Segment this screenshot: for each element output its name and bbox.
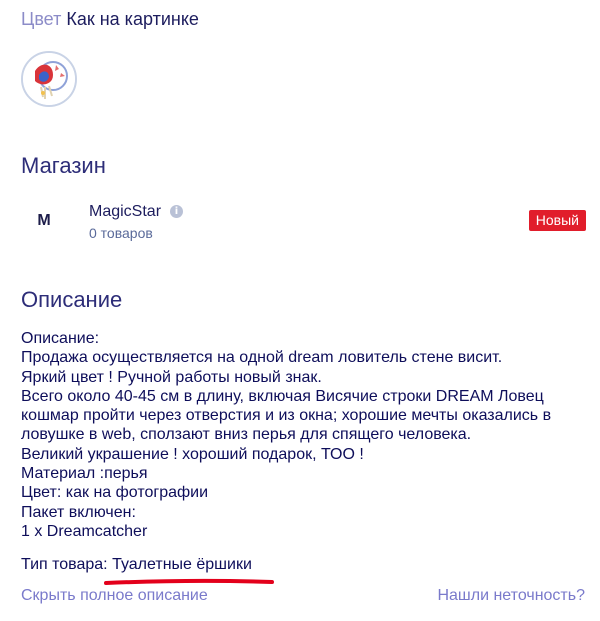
report-inaccuracy-link[interactable]: Нашли неточность? xyxy=(437,587,585,605)
new-store-badge: Новый xyxy=(528,210,586,231)
description-line: 1 x Dreamcatcher xyxy=(21,522,148,540)
hide-description-link[interactable]: Скрыть полное описание xyxy=(21,587,208,605)
description-line: Великий украшение ! хороший подарок, ТОО… xyxy=(21,445,364,463)
description-line: Цвет: как на фотографии xyxy=(21,484,209,502)
description-line: кошмар пройти через отверстия и из окна;… xyxy=(21,407,552,425)
color-label: Цвет xyxy=(21,9,62,29)
description-line: Описание: xyxy=(21,330,100,347)
description-line: Материал :перья xyxy=(21,465,148,483)
store-row[interactable]: M MagicStar i 0 товаров Новый xyxy=(21,198,586,246)
store-heading: Магазин xyxy=(21,153,106,178)
store-name-link[interactable]: MagicStar xyxy=(89,203,161,221)
description-line: Всего около 40-45 см в длину, включая Ви… xyxy=(21,387,544,405)
color-row: Цвет Как на картинке xyxy=(21,9,199,30)
description-heading: Описание xyxy=(21,287,123,312)
store-avatar[interactable]: M xyxy=(21,198,67,244)
color-value: Как на картинке xyxy=(66,9,199,29)
product-type-label: Тип товара: xyxy=(21,556,108,573)
description-line: ловушке в web, сползают вниз перья для с… xyxy=(21,426,472,444)
dreamcatcher-thumbnail-image xyxy=(23,53,75,105)
description-line: Продажа осуществляется на одной dream ло… xyxy=(21,349,503,367)
red-underline-annotation xyxy=(104,578,274,585)
info-icon[interactable]: i xyxy=(170,205,183,218)
store-product-count: 0 товаров xyxy=(89,225,153,241)
description-line: Пакет включен: xyxy=(21,503,136,521)
description-body: Описание: Продажа осуществляется на одно… xyxy=(21,329,581,541)
color-swatch-thumbnail[interactable] xyxy=(21,51,77,107)
product-type-row: Тип товара: Туалетные ёршики xyxy=(21,556,252,574)
product-type-value[interactable]: Туалетные ёршики xyxy=(112,556,252,573)
description-line: Яркий цвет ! Ручной работы новый знак. xyxy=(21,368,322,386)
